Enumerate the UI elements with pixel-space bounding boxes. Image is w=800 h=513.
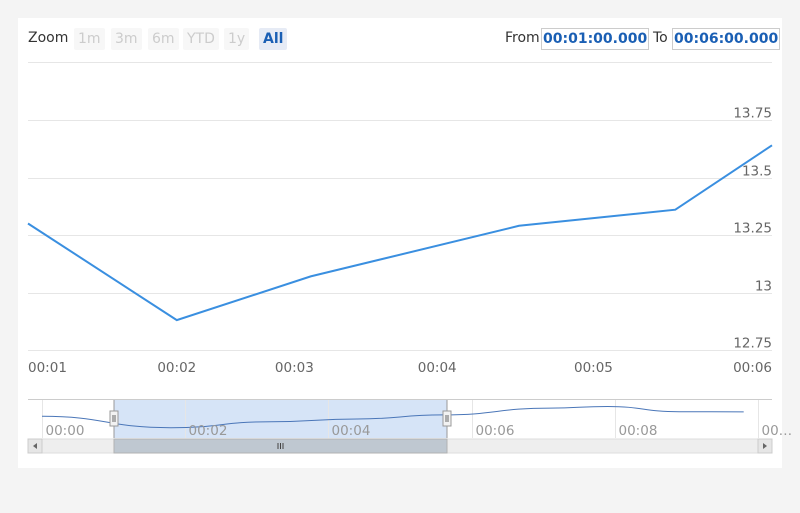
navigator-tick-label: 00:08 [619,423,658,439]
navigator[interactable]: 00:00 00:02 00:04 00:06 00:08 00… [28,399,793,440]
data-point[interactable] [769,142,775,148]
x-tick-label: 00:03 [275,360,314,376]
y-tick-label: 13 [755,279,772,295]
navigator-right-handle[interactable] [442,410,452,427]
y-tick-label: 13.5 [742,164,772,180]
x-tick-label: 00:06 [733,360,772,376]
navigator-tick-label: 00:00 [46,423,85,439]
navigator-left-handle[interactable] [109,410,119,427]
navigator-tick-label: 00:04 [332,423,371,439]
x-tick-label: 00:05 [574,360,613,376]
data-point[interactable] [672,207,678,213]
data-point[interactable] [174,317,180,323]
navigator-selected-range[interactable] [114,400,447,438]
navigator-tick-label: 00… [762,423,793,439]
scrollbar[interactable] [27,438,773,454]
navigator-tick-label: 00:06 [476,423,515,439]
data-point[interactable] [516,223,522,229]
y-tick-label: 12.75 [733,336,772,352]
y-tick-label: 13.25 [733,221,772,237]
x-tick-label: 00:04 [418,360,457,376]
stock-chart: 12.75 13 13.25 13.5 13.75 00:01 00:02 00:03 00:… [25,62,793,454]
data-point[interactable] [308,273,314,279]
data-point[interactable] [25,221,31,227]
navigator-tick-label: 00:02 [189,423,228,439]
x-tick-label: 00:01 [28,360,67,376]
y-tick-label: 13.75 [733,106,772,122]
x-tick-label: 00:02 [157,360,196,376]
